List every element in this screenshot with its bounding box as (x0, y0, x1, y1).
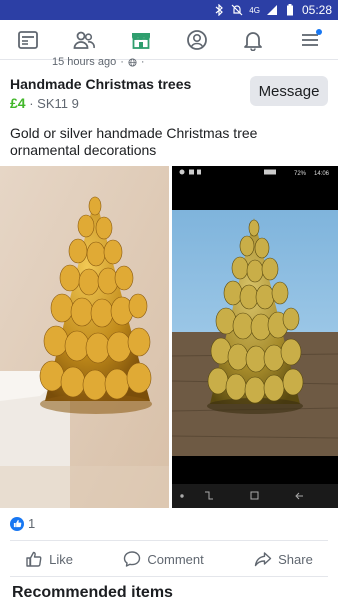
listing-title[interactable]: Handmade Christmas trees (10, 76, 191, 92)
message-button[interactable]: Message (250, 76, 328, 106)
reaction-summary[interactable]: 1 (10, 516, 35, 531)
comment-icon (124, 551, 141, 567)
menu-notification-dot (315, 28, 322, 35)
share-icon (254, 552, 272, 567)
divider-bottom (10, 576, 328, 577)
nav-profile[interactable] (177, 20, 217, 60)
battery-icon (286, 4, 293, 16)
nav-menu[interactable] (290, 20, 330, 60)
separator-dot-2: · (140, 56, 145, 68)
system-status-bar: 4G 05:28 (0, 0, 338, 20)
bell-icon (244, 31, 263, 51)
friends-icon (74, 31, 96, 49)
signal-icon (266, 5, 277, 15)
bluetooth-icon (215, 4, 224, 16)
status-icons: 4G 05:28 (213, 3, 332, 17)
mute-icon (231, 4, 243, 16)
listing-photo-1[interactable] (0, 166, 169, 508)
listing-location: SK11 9 (37, 96, 79, 111)
divider-top (10, 540, 328, 541)
marketplace-shop-icon (131, 32, 150, 49)
nav-marketplace[interactable] (121, 20, 161, 60)
embedded-battery: 72% (294, 171, 307, 177)
clock: 05:28 (301, 3, 332, 17)
nav-friends[interactable] (64, 20, 104, 60)
listing-description: Gold or silver handmade Christmas tree o… (10, 125, 258, 158)
tree-photo-1 (0, 166, 169, 508)
share-button[interactable]: Share (254, 550, 313, 568)
like-reaction-icon (10, 516, 24, 531)
post-timestamp: 15 hours ago · · (52, 56, 145, 68)
separator-dot: · (120, 56, 124, 68)
bullet: · (29, 96, 38, 111)
nav-news-feed[interactable] (8, 20, 48, 60)
timestamp-text: 15 hours ago (52, 56, 117, 68)
recommended-heading: Recommended items (12, 584, 173, 600)
post-actions: Like Comment Share (0, 544, 338, 574)
listing-photo-2[interactable]: 72% 14:06 (172, 166, 338, 508)
price-location-row: £4 · SK11 9 (10, 95, 79, 111)
tree-photo-2: 72% 14:06 (172, 166, 338, 508)
top-navigation (0, 20, 338, 60)
profile-icon (187, 29, 208, 50)
network-type: 4G (249, 5, 260, 15)
comment-button[interactable]: Comment (123, 550, 204, 568)
like-label: Like (49, 551, 74, 567)
thumbs-up-icon (26, 551, 42, 567)
newspaper-icon (18, 30, 39, 49)
like-button[interactable]: Like (25, 550, 73, 568)
listing-price: £4 (10, 95, 26, 111)
embedded-time: 14:06 (314, 171, 330, 177)
nav-notifications[interactable] (233, 20, 273, 60)
globe-icon (128, 57, 137, 67)
comment-label: Comment (147, 551, 204, 567)
share-label: Share (278, 551, 313, 567)
reaction-count: 1 (28, 516, 36, 531)
